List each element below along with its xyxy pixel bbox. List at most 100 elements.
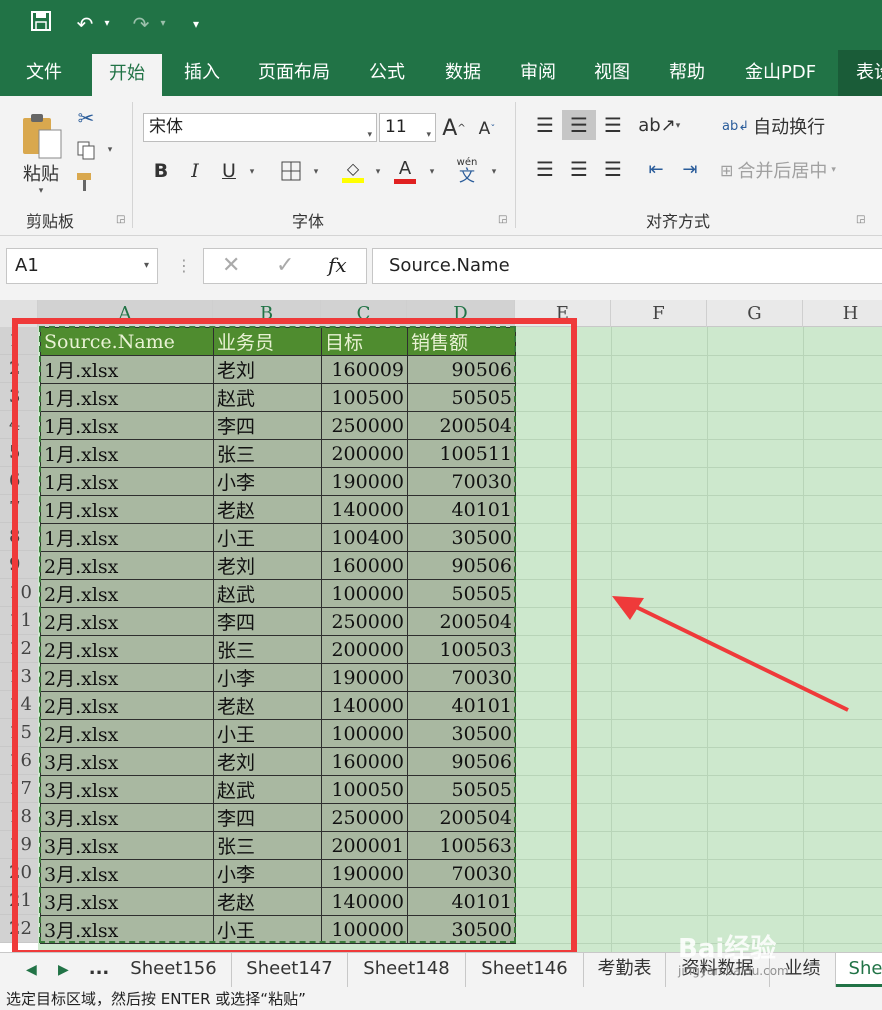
table-cell[interactable]: 140000 [321,495,408,524]
table-cell[interactable]: 3月.xlsx [40,831,214,860]
table-cell[interactable]: 1月.xlsx [40,355,214,384]
tab-home[interactable]: 开始 [92,54,162,96]
table-row[interactable]: 3月.xlsx 李四 250000 200504 [40,803,516,832]
table-cell[interactable]: 50505 [407,383,516,412]
enter-icon[interactable]: ✓ [276,253,294,278]
borders-dropdown-icon[interactable]: ▾ [310,166,322,178]
sheet-tab-more[interactable]: ... [84,953,114,987]
orientation-dropdown-icon[interactable]: ▾ [672,120,684,132]
table-cell[interactable]: 140000 [321,691,408,720]
clipboard-launcher-icon[interactable]: ◲ [116,214,125,225]
align-center-icon[interactable]: ☰ [564,154,594,184]
table-cell[interactable]: 200000 [321,439,408,468]
table-cell[interactable]: 老刘 [213,747,322,776]
column-header-b[interactable]: B [213,300,321,327]
table-cell[interactable]: 赵武 [213,383,322,412]
table-cell[interactable]: 张三 [213,439,322,468]
sheet-tab[interactable]: Sheet156 [116,953,232,987]
column-header-c[interactable]: C [321,300,407,327]
table-cell[interactable]: 1月.xlsx [40,439,214,468]
merge-dropdown-icon[interactable]: ▾ [831,165,836,175]
table-cell[interactable]: 1月.xlsx [40,411,214,440]
table-cell[interactable]: 李四 [213,803,322,832]
chevron-down-icon[interactable]: ▾ [144,249,149,283]
sheet-tab[interactable]: Sheet147 [232,953,348,987]
sheet-tab[interactable]: Sheet146 [466,953,584,987]
sheet-tab[interactable]: Sheet148 [348,953,466,987]
row-header[interactable]: 11 [0,607,38,635]
row-header[interactable]: 6 [0,467,38,495]
table-cell[interactable]: 100511 [407,439,516,468]
tab-page-layout[interactable]: 页面布局 [258,50,330,96]
table-cell[interactable]: 100050 [321,775,408,804]
header-cell[interactable]: 业务员 [213,327,322,356]
table-cell[interactable]: 2月.xlsx [40,663,214,692]
table-cell[interactable]: 50505 [407,775,516,804]
fill-color-dropdown-icon[interactable]: ▾ [372,166,384,178]
font-color-icon[interactable]: A [392,156,418,186]
font-color-dropdown-icon[interactable]: ▾ [426,166,438,178]
shrink-font-button[interactable]: Aˇ [474,116,500,142]
tab-view[interactable]: 视图 [594,50,630,96]
table-cell[interactable]: 70030 [407,467,516,496]
formula-input[interactable]: Source.Name [372,248,882,284]
redo-dropdown-icon[interactable]: ▾ [156,10,170,38]
table-cell[interactable]: 3月.xlsx [40,859,214,888]
table-cell[interactable]: 老赵 [213,887,322,916]
insert-function-icon[interactable]: fx [328,253,347,277]
table-cell[interactable]: 2月.xlsx [40,579,214,608]
table-cell[interactable]: 老刘 [213,355,322,384]
table-cell[interactable]: 250000 [321,803,408,832]
underline-button[interactable]: U [216,158,242,184]
table-cell[interactable]: 30500 [407,523,516,552]
row-header[interactable]: 2 [0,355,38,383]
table-cell[interactable]: 老刘 [213,551,322,580]
table-cell[interactable]: 200504 [407,803,516,832]
column-header-g[interactable]: G [707,300,803,327]
table-row[interactable]: 1月.xlsx 老刘 160009 90506 [40,355,516,384]
table-cell[interactable]: 190000 [321,467,408,496]
table-cell[interactable]: 3月.xlsx [40,915,214,944]
customize-qat-icon[interactable]: ▾ [186,10,206,38]
row-header[interactable]: 4 [0,411,38,439]
table-cell[interactable]: 张三 [213,635,322,664]
column-header-a[interactable]: A [38,300,213,327]
table-row[interactable]: 1月.xlsx 赵武 100500 50505 [40,383,516,412]
borders-icon[interactable] [278,158,304,184]
table-cell[interactable]: 1月.xlsx [40,383,214,412]
table-cell[interactable]: 赵武 [213,579,322,608]
row-header[interactable]: 21 [0,887,38,915]
tab-formulas[interactable]: 公式 [369,50,405,96]
column-header-h[interactable]: H [803,300,882,327]
scroll-right-icon[interactable]: ▶ [58,953,69,987]
cut-icon[interactable]: ✂ [74,106,98,130]
sheet-tab-active[interactable]: She [836,953,882,987]
table-cell[interactable]: 70030 [407,663,516,692]
bold-button[interactable]: B [148,158,174,184]
paste-button[interactable]: 粘贴 ▾ [14,104,68,204]
paste-dropdown-icon[interactable]: ▾ [39,186,44,196]
underline-dropdown-icon[interactable]: ▾ [246,166,258,178]
table-row[interactable]: 2月.xlsx 赵武 100000 50505 [40,579,516,608]
phonetic-guide-icon[interactable]: wén 文 [452,156,482,186]
table-row[interactable]: 2月.xlsx 李四 250000 200504 [40,607,516,636]
row-header[interactable]: 10 [0,579,38,607]
table-cell[interactable]: 100563 [407,831,516,860]
tab-data[interactable]: 数据 [445,50,481,96]
table-cell[interactable]: 100000 [321,579,408,608]
font-name-combo[interactable]: 宋体 ▾ [143,113,377,142]
table-row[interactable]: 1月.xlsx 小李 190000 70030 [40,467,516,496]
column-header-f[interactable]: F [611,300,707,327]
sheet-tab[interactable]: 考勤表 [584,953,666,987]
table-cell[interactable]: 250000 [321,411,408,440]
name-box[interactable]: A1 ▾ [6,248,158,284]
table-row[interactable]: 2月.xlsx 小王 100000 30500 [40,719,516,748]
tab-help[interactable]: 帮助 [669,50,705,96]
row-header[interactable]: 1 [0,327,38,355]
align-left-icon[interactable]: ☰ [530,154,560,184]
align-middle-icon[interactable]: ☰ [562,110,596,140]
row-header[interactable]: 22 [0,915,38,943]
row-header[interactable]: 5 [0,439,38,467]
table-cell[interactable]: 90506 [407,747,516,776]
table-cell[interactable]: 250000 [321,607,408,636]
